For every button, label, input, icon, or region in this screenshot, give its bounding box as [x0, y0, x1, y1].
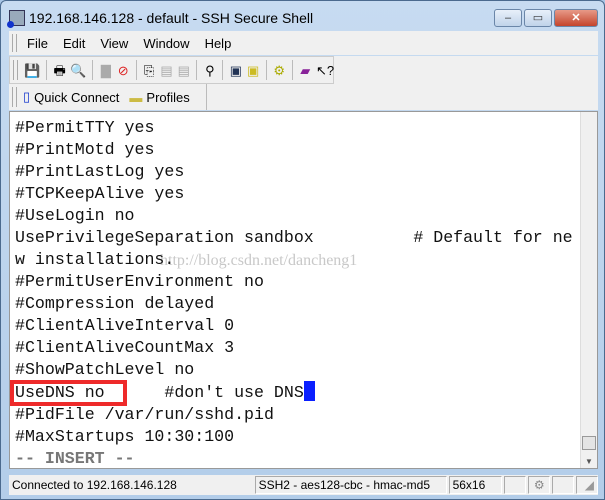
terminal-output: #PermitTTY yes #PrintMotd yes #PrintLastLo…: [15, 117, 573, 468]
paste-icon[interactable]: ▤: [160, 62, 173, 79]
profiles-label: Profiles: [146, 89, 190, 105]
scrollbar-thumb[interactable]: [582, 436, 596, 450]
settings-icon[interactable]: ⚙: [273, 62, 286, 79]
quick-connect-icon: ▯: [23, 89, 31, 104]
menu-bar: File Edit View Window Help: [9, 31, 598, 55]
text-cursor: [303, 381, 315, 401]
connection-status: Connected to 192.168.146.128: [12, 478, 177, 492]
terminal-line: #PrintLastLog yes: [15, 162, 185, 181]
vertical-scrollbar[interactable]: ▼: [580, 112, 597, 468]
terminal-line: #PrintMotd yes: [15, 140, 155, 159]
toolbar: 💾 🖶 🔍 ▇ ⊘ ⎘ ▤ ▤ ⚲ ▣ ▣ ⚙ ▰ ↖?: [9, 56, 334, 84]
terminal-line: #TCPKeepAlive yes: [15, 184, 185, 203]
transfer-icon: ⚙: [528, 476, 551, 494]
context-help-icon[interactable]: ↖?: [316, 62, 334, 79]
profiles-button[interactable]: ▬ Profiles: [129, 90, 189, 105]
resize-grip-icon[interactable]: ◢: [576, 476, 598, 494]
status-bar: Connected to 192.168.146.128 SSH2 - aes1…: [9, 475, 598, 495]
terminal-line: #Compression delayed: [15, 294, 215, 313]
print-preview-icon[interactable]: 🔍: [70, 62, 86, 79]
menu-view[interactable]: View: [100, 36, 128, 51]
highlight-annotation-box: [10, 380, 127, 406]
copy-icon[interactable]: ⎘: [143, 62, 156, 79]
title-bar: 192.168.146.128 - default - SSH Secure S…: [7, 7, 314, 29]
save-icon[interactable]: 💾: [24, 62, 40, 79]
find-icon[interactable]: ⚲: [203, 62, 216, 79]
grip[interactable]: [12, 34, 17, 52]
terminal-line: #ClientAliveInterval 0: [15, 316, 235, 335]
new-terminal-icon[interactable]: ▣: [229, 62, 242, 79]
minimize-button[interactable]: –: [494, 9, 522, 27]
app-icon: [7, 10, 25, 28]
terminal-line: #MaxStartups 10:30:100: [15, 427, 235, 446]
menu-help[interactable]: Help: [205, 36, 232, 51]
folder-icon: ▬: [129, 89, 143, 105]
terminal-line: #UseLogin no: [15, 206, 135, 225]
scroll-down-arrow[interactable]: ▼: [581, 457, 597, 466]
terminal[interactable]: http://blog.csdn.net/dancheng1 #PermitTT…: [9, 111, 598, 469]
new-file-transfer-icon[interactable]: ▣: [247, 62, 260, 79]
cipher-info: SSH2 - aes128-cbc - hmac-md5: [254, 476, 447, 494]
terminal-line: w installations.: [15, 250, 175, 269]
menu-file[interactable]: File: [27, 36, 48, 51]
print-icon[interactable]: 🖶: [53, 62, 66, 79]
disconnect-icon[interactable]: ▇: [99, 62, 112, 79]
terminal-line: UsePrivilegeSeparation sandbox # Default…: [15, 228, 573, 247]
paste-disabled-icon[interactable]: ▤: [177, 62, 190, 79]
disconnect-settings-icon[interactable]: ⊘: [117, 62, 130, 79]
quick-connect-label: Quick Connect: [34, 89, 120, 105]
window-title: 192.168.146.128 - default - SSH Secure S…: [29, 10, 314, 26]
terminal-line: #PermitUserEnvironment no: [15, 272, 264, 291]
terminal-line: #ShowPatchLevel no: [15, 360, 195, 379]
terminal-line: #PermitTTY yes: [15, 118, 155, 137]
close-button[interactable]: ✕: [554, 9, 598, 27]
maximize-button[interactable]: ▭: [524, 9, 552, 27]
help-book-icon[interactable]: ▰: [299, 62, 312, 79]
terminal-size: 56x16: [448, 476, 503, 494]
quick-connect-button[interactable]: ▯ Quick Connect: [23, 89, 119, 105]
menu-window[interactable]: Window: [143, 36, 189, 51]
terminal-line: #PidFile /var/run/sshd.pid: [15, 405, 274, 424]
menu-edit[interactable]: Edit: [63, 36, 85, 51]
terminal-line: #ClientAliveCountMax 3: [15, 338, 235, 357]
ssh-window: 192.168.146.128 - default - SSH Secure S…: [0, 0, 605, 500]
quick-connect-bar: ▯ Quick Connect ▬ Profiles: [9, 84, 598, 110]
vim-mode-indicator: -- INSERT --: [15, 449, 135, 468]
